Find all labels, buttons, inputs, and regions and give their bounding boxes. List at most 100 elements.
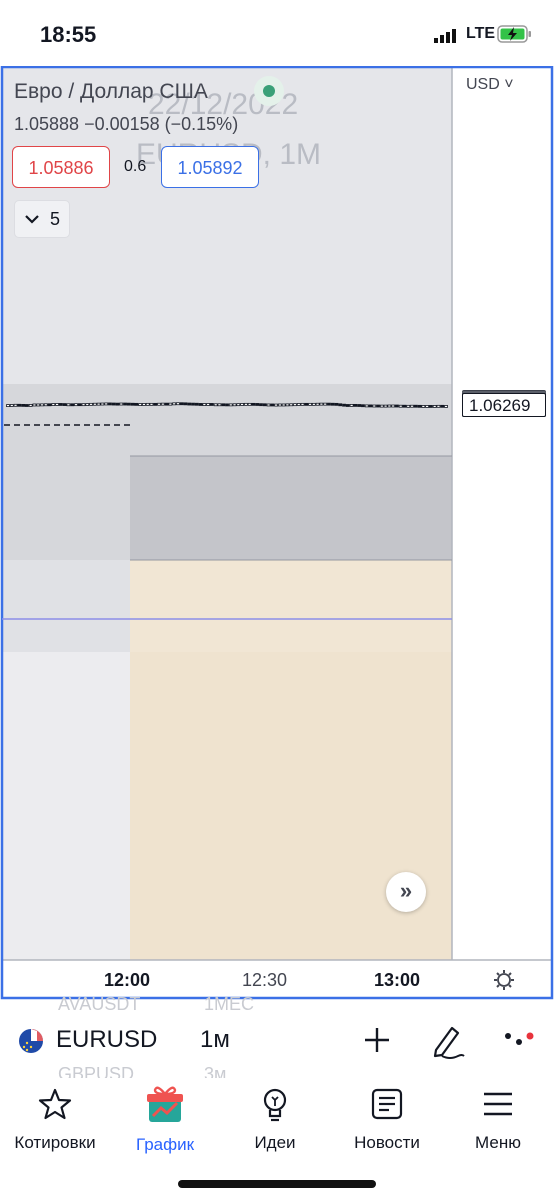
candle-body xyxy=(62,403,67,406)
candle-body xyxy=(81,403,86,407)
candle-body xyxy=(372,404,377,408)
candle-body xyxy=(92,402,97,406)
candle-body xyxy=(17,403,22,407)
candle-body xyxy=(243,402,248,406)
ghost-interval: 1MEC xyxy=(204,994,255,1014)
plus-icon[interactable] xyxy=(362,1022,392,1058)
candle-body xyxy=(126,402,131,406)
time-tick: 12:30 xyxy=(242,970,288,990)
candle-body xyxy=(323,402,328,406)
candle-body xyxy=(24,404,29,407)
candle-body xyxy=(168,402,173,406)
candle-body xyxy=(436,404,441,408)
candle-body xyxy=(55,403,59,406)
scroll-to-realtime-button[interactable]: » xyxy=(386,872,426,912)
candle-body xyxy=(274,403,278,407)
nav-item-quotes[interactable]: Котировки xyxy=(0,1084,110,1153)
candle-body xyxy=(43,403,48,407)
shaded-region xyxy=(2,652,130,960)
nav-item-chart[interactable]: График xyxy=(110,1084,220,1155)
indicators-toggle-button[interactable]: 5 xyxy=(14,200,70,238)
buy-button[interactable]: 1.05892 xyxy=(161,146,259,188)
currency-label: USD xyxy=(466,76,500,93)
candle-body xyxy=(428,405,433,408)
battery-charging-icon xyxy=(497,25,531,43)
candle-body xyxy=(251,402,256,406)
candle-body xyxy=(134,402,139,406)
chart-canvas[interactable]: 1.068001.067501.067001.066501.066001.065… xyxy=(0,66,554,1000)
candle-body xyxy=(13,403,18,407)
candle-body xyxy=(349,403,354,407)
candle-body xyxy=(391,404,396,408)
candle-body xyxy=(153,402,158,406)
home-indicator xyxy=(178,1180,376,1188)
nav-item-ideas[interactable]: Идеи xyxy=(220,1084,330,1153)
candle-body xyxy=(172,402,177,406)
candle-body xyxy=(398,404,403,408)
buy-price: 1.05892 xyxy=(177,158,243,178)
candle-body xyxy=(376,404,380,408)
time-tick: 13:00 xyxy=(374,970,421,990)
interval-button[interactable]: 1м xyxy=(200,1026,230,1054)
candle-body xyxy=(6,404,10,408)
more-options-icon[interactable] xyxy=(502,1022,536,1058)
indicators-count: 5 xyxy=(49,208,60,229)
candle-body xyxy=(368,404,373,408)
symbol-button[interactable]: EURUSD xyxy=(56,1026,157,1054)
candle-body xyxy=(311,402,316,406)
candle-body xyxy=(51,403,56,406)
candle-body xyxy=(164,402,169,406)
nav-label: График xyxy=(135,1135,195,1154)
candle-body xyxy=(361,404,365,408)
candle-body xyxy=(206,403,211,406)
candle-body xyxy=(191,402,195,406)
candle-body xyxy=(444,405,448,408)
drawing-pen-icon[interactable] xyxy=(430,1022,466,1062)
candle-body xyxy=(270,403,275,407)
candle-body xyxy=(66,403,71,407)
candle-body xyxy=(379,404,384,408)
market-status-icon[interactable] xyxy=(254,76,284,106)
nav-item-news[interactable]: Новости xyxy=(332,1084,442,1153)
candle-body xyxy=(40,403,44,407)
target-zone xyxy=(130,652,452,960)
nav-item-menu[interactable]: Меню xyxy=(443,1084,553,1153)
sell-button[interactable]: 1.05886 xyxy=(12,146,110,188)
candle-body xyxy=(232,403,237,407)
candle-body xyxy=(353,403,358,407)
candle-body xyxy=(281,403,286,407)
candle-body xyxy=(104,402,109,406)
spread-value: 0.6 xyxy=(124,158,147,175)
time-tick: 12:00 xyxy=(104,970,151,990)
star-icon xyxy=(38,1088,72,1120)
candle-body xyxy=(209,403,214,406)
candle-body xyxy=(387,404,392,408)
chart-settings-icon[interactable] xyxy=(492,968,516,992)
candle-body xyxy=(9,404,14,407)
legend-title[interactable]: Евро / Доллар США xyxy=(14,80,208,104)
candle-body xyxy=(130,402,135,406)
candle-body xyxy=(304,402,309,406)
currency-button[interactable]: USD ˅ xyxy=(466,76,514,94)
candle-body xyxy=(157,402,161,406)
candle-body xyxy=(202,403,207,406)
candle-body xyxy=(89,402,93,406)
lightbulb-icon xyxy=(263,1088,287,1122)
candle-body xyxy=(187,402,192,406)
candle-body xyxy=(123,402,127,406)
candle-body xyxy=(440,404,445,408)
candle-body xyxy=(74,403,78,407)
candle-body xyxy=(300,402,305,406)
candle-body xyxy=(160,402,165,406)
candle-body xyxy=(315,402,320,406)
candle-body xyxy=(217,403,222,407)
current-price-label: 1.06269 xyxy=(462,393,546,418)
price-axis-panel xyxy=(452,66,554,960)
candle-body xyxy=(115,402,120,406)
candle-body xyxy=(198,403,203,406)
chart-area[interactable]: 1.068001.067501.067001.066501.066001.065… xyxy=(0,66,554,1000)
candle-body xyxy=(70,403,75,407)
network-label: LTE xyxy=(466,25,496,42)
ghost-symbol: AVAUSDT xyxy=(58,994,141,1014)
candle-body xyxy=(402,404,407,408)
